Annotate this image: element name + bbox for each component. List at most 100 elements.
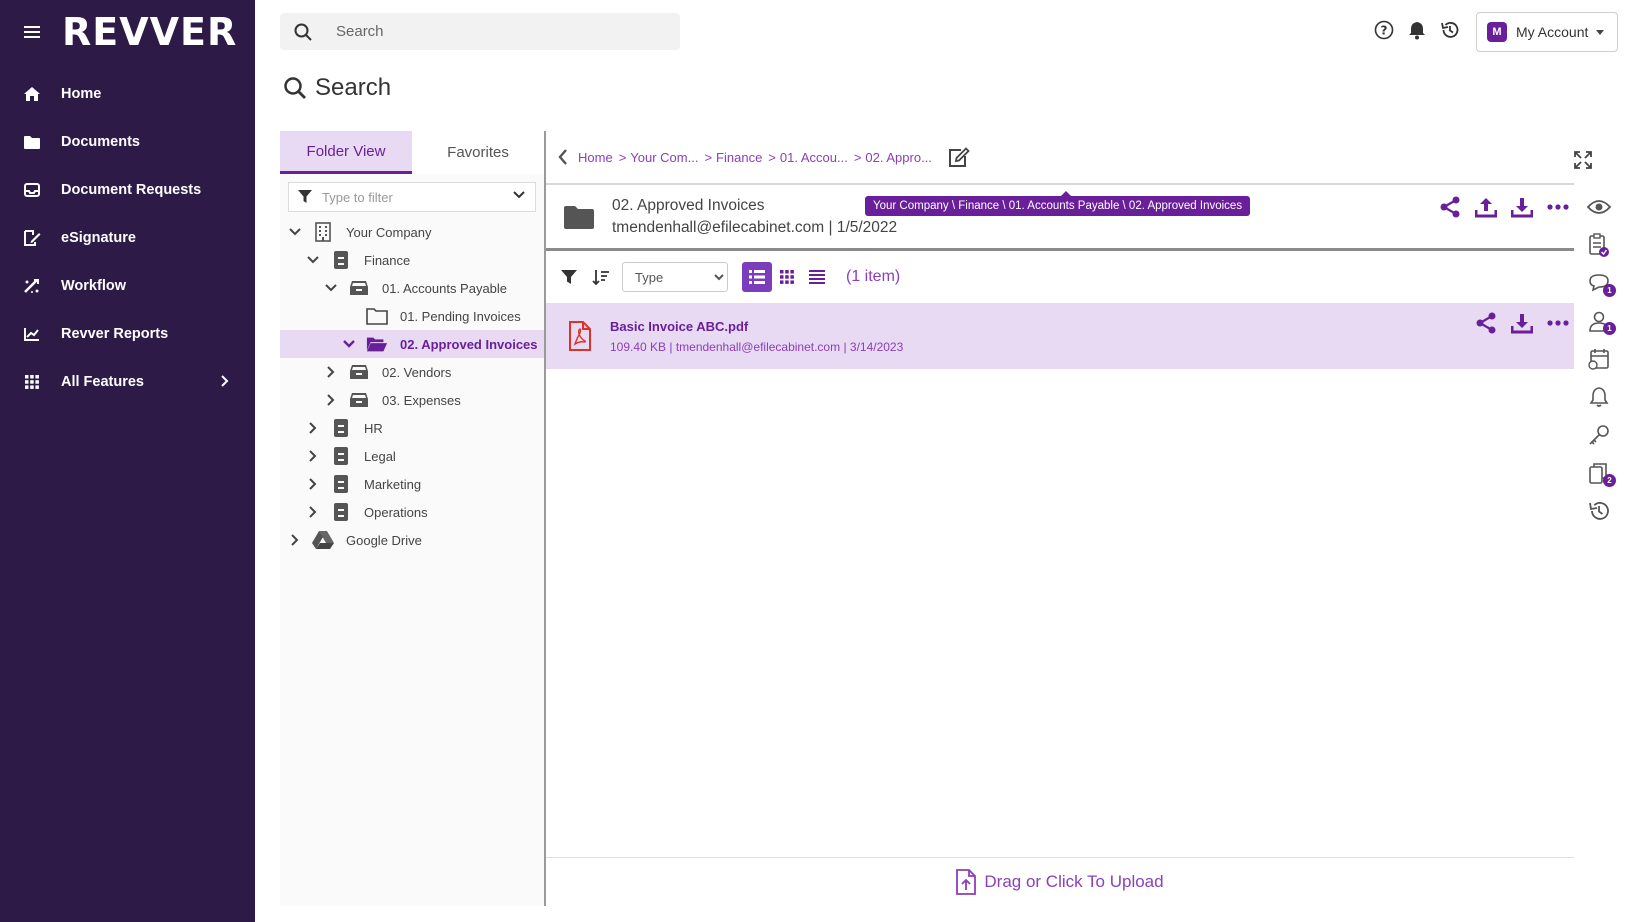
page-title: Search [283, 74, 391, 102]
tab-favorites[interactable]: Favorites [412, 131, 544, 174]
search-input[interactable] [336, 23, 656, 40]
chevron-down-icon[interactable] [306, 253, 320, 267]
tree-node-approved-invoices[interactable]: 02. Approved Invoices [280, 330, 544, 358]
chevron-right-icon[interactable] [306, 449, 320, 463]
global-search[interactable] [280, 13, 680, 50]
tree-node-hr[interactable]: HR [280, 414, 544, 442]
tree-node-marketing[interactable]: Marketing [280, 470, 544, 498]
folder-meta: tmendenhall@efilecabinet.com | 1/5/2022 [612, 218, 898, 236]
compact-view-button[interactable] [802, 262, 832, 292]
item-count: (1 item) [846, 268, 901, 285]
hamburger-menu-icon[interactable] [24, 23, 40, 41]
tree-node-label: HR [364, 420, 383, 436]
file-name[interactable]: Basic Invoice ABC.pdf [610, 319, 903, 334]
tab-folder-view[interactable]: Folder View [280, 131, 412, 174]
more-options-icon[interactable] [1546, 195, 1570, 219]
tree-node-your-company[interactable]: Your Company [280, 218, 544, 246]
breadcrumb-separator: > [704, 149, 713, 165]
list-toolbar: Type (1 item) [546, 251, 1574, 303]
tree-node-pending-invoices[interactable]: 01. Pending Invoices [280, 302, 544, 330]
sidebar-item-workflow[interactable]: Workflow [0, 262, 255, 310]
building-icon [312, 222, 334, 242]
edit-icon[interactable] [948, 147, 970, 167]
sidebar-item-esignature[interactable]: eSignature [0, 214, 255, 262]
folder-open-icon [366, 334, 388, 354]
sort-by-select[interactable]: Type [622, 262, 728, 292]
my-account-button[interactable]: M My Account [1476, 12, 1618, 52]
chevron-right-icon[interactable] [306, 505, 320, 519]
download-icon[interactable] [1510, 311, 1534, 335]
sort-icon[interactable] [590, 266, 612, 288]
tree-node-operations[interactable]: Operations [280, 498, 544, 526]
tree-filter-input[interactable] [322, 189, 502, 205]
sidebar-item-home[interactable]: Home [0, 70, 255, 118]
back-chevron-icon[interactable] [558, 149, 568, 165]
revver-logo[interactable]: REVVER [62, 10, 237, 54]
calendar-retention-icon[interactable] [1578, 340, 1620, 378]
sidebar-item-label: Revver Reports [61, 326, 169, 342]
breadcrumb-item-approved-invoices[interactable]: 02. Appro... [865, 150, 932, 165]
upload-icon[interactable] [1474, 195, 1498, 219]
tree-node-google-drive[interactable]: Google Drive [280, 526, 544, 554]
google-drive-icon [312, 530, 334, 550]
expand-icon[interactable] [1574, 151, 1592, 169]
folder-tree-panel: Folder View Favorites Your Company Finan… [280, 131, 546, 906]
tree-node-label: 02. Approved Invoices [400, 336, 538, 352]
grid-view-button[interactable] [772, 262, 802, 292]
workflow-icon [22, 276, 42, 296]
caret-down-icon [1596, 29, 1605, 35]
folder-header: 02. Approved Invoices tmendenhall@efilec… [546, 183, 1574, 251]
breadcrumb-item-finance[interactable]: Finance [716, 150, 762, 165]
key-icon[interactable] [1578, 416, 1620, 454]
sidebar-item-all-features[interactable]: All Features [0, 358, 255, 406]
chevron-right-icon[interactable] [288, 533, 302, 547]
copies-icon[interactable]: 2 [1578, 454, 1620, 492]
notifications-bell-icon[interactable] [1407, 20, 1427, 40]
chevron-down-icon[interactable] [513, 191, 525, 199]
tree-node-vendors[interactable]: 02. Vendors [280, 358, 544, 386]
user-permissions-icon[interactable]: 1 [1578, 302, 1620, 340]
chevron-right-icon[interactable] [324, 393, 338, 407]
sidebar-item-revver-reports[interactable]: Revver Reports [0, 310, 255, 358]
tree-node-finance[interactable]: Finance [280, 246, 544, 274]
breadcrumb-item-home[interactable]: Home [578, 150, 613, 165]
help-icon[interactable]: ? [1374, 20, 1394, 40]
history-icon[interactable] [1578, 492, 1620, 530]
tree-node-legal[interactable]: Legal [280, 442, 544, 470]
upload-dropzone[interactable]: Drag or Click To Upload [546, 857, 1574, 905]
file-row[interactable]: Basic Invoice ABC.pdf 109.40 KB | tmende… [546, 303, 1574, 369]
cabinet-icon [330, 250, 352, 270]
filter-icon[interactable] [558, 266, 580, 288]
tree-filter[interactable] [288, 182, 536, 212]
chevron-down-icon[interactable] [324, 281, 338, 295]
right-rail: 1 1 2 [1578, 188, 1620, 530]
svg-text:?: ? [1381, 24, 1388, 38]
sidebar-item-documents[interactable]: Documents [0, 118, 255, 166]
share-icon[interactable] [1474, 311, 1498, 335]
alerts-bell-icon[interactable] [1578, 378, 1620, 416]
chevron-down-icon[interactable] [342, 337, 356, 351]
folder-info: 02. Approved Invoices tmendenhall@efilec… [612, 197, 897, 237]
chevron-right-icon[interactable] [306, 477, 320, 491]
file-info: Basic Invoice ABC.pdf 109.40 KB | tmende… [610, 319, 903, 354]
sidebar-item-document-requests[interactable]: Document Requests [0, 166, 255, 214]
home-icon [22, 84, 42, 104]
history-icon[interactable] [1440, 20, 1460, 40]
sidebar-item-label: Document Requests [61, 182, 202, 198]
comments-icon[interactable]: 1 [1578, 264, 1620, 302]
chevron-right-icon[interactable] [324, 365, 338, 379]
chevron-down-icon[interactable] [288, 225, 302, 239]
breadcrumb-item-your-company[interactable]: Your Com... [630, 150, 698, 165]
sidebar-item-label: eSignature [61, 230, 136, 246]
tree-node-expenses[interactable]: 03. Expenses [280, 386, 544, 414]
list-view-button[interactable] [742, 262, 772, 292]
checklist-icon[interactable] [1578, 226, 1620, 264]
download-icon[interactable] [1510, 195, 1534, 219]
preview-eye-icon[interactable] [1578, 188, 1620, 226]
more-options-icon[interactable] [1546, 311, 1570, 335]
tree-node-accounts-payable[interactable]: 01. Accounts Payable [280, 274, 544, 302]
chevron-right-icon[interactable] [306, 421, 320, 435]
breadcrumb-item-accounts-payable[interactable]: 01. Accou... [780, 150, 848, 165]
share-icon[interactable] [1438, 195, 1462, 219]
